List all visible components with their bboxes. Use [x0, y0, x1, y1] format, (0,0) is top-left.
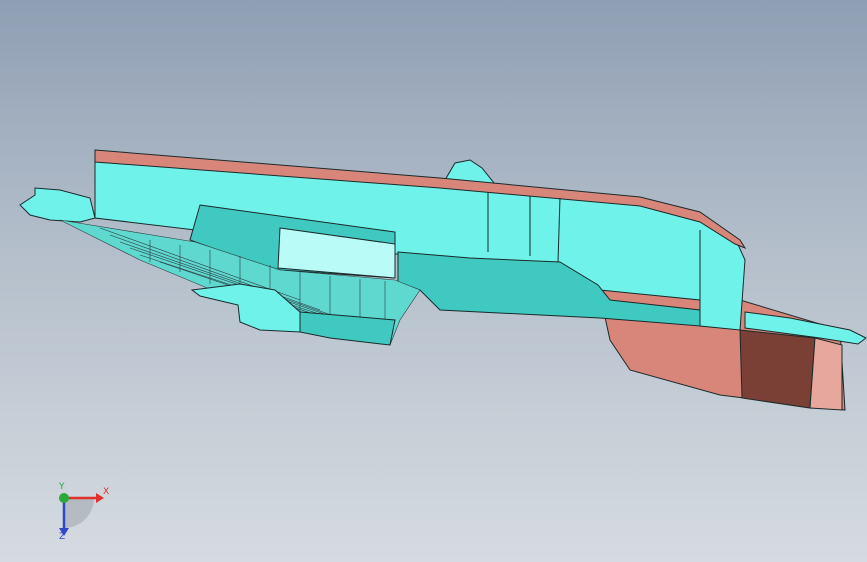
orientation-triad[interactable]: X Y Z — [44, 478, 124, 550]
triad-y-label: Y — [59, 482, 65, 492]
cad-model-view[interactable] — [0, 0, 867, 562]
triad-x-label: X — [103, 487, 110, 497]
model-salmon-end-face — [809, 337, 843, 411]
triad-z-label: Z — [59, 532, 66, 542]
model-cyan-left-tab — [19, 187, 96, 223]
graphics-viewport[interactable]: X Y Z — [0, 0, 867, 562]
model-salmon-dark-face — [739, 329, 816, 409]
triad-graphic — [59, 493, 104, 536]
